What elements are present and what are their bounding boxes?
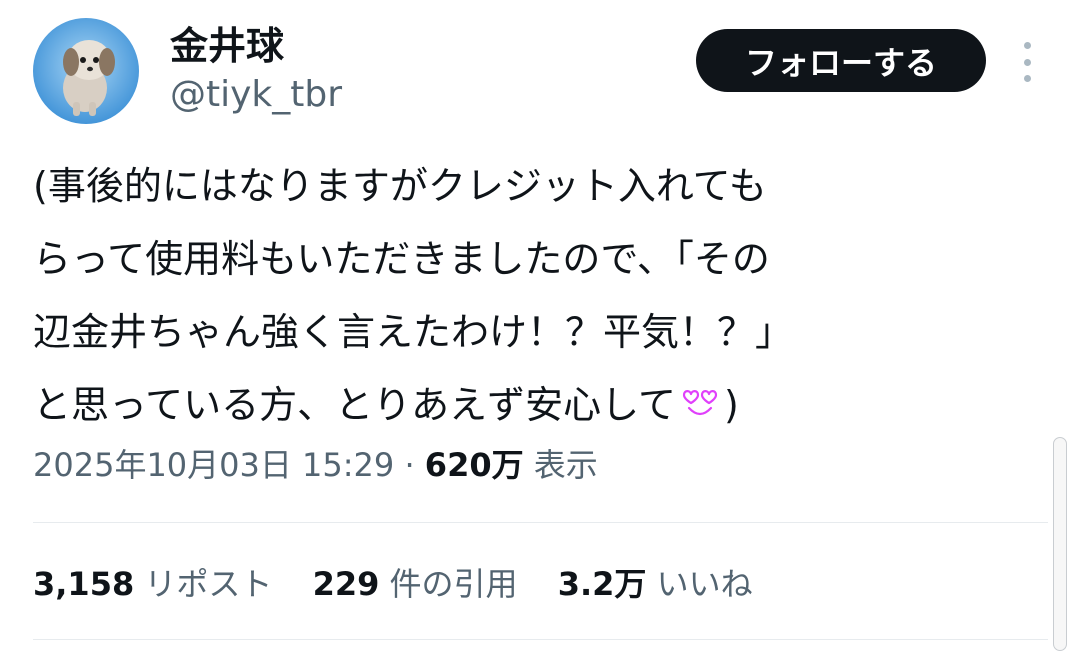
reposts-count: 3,158 [33, 565, 135, 603]
divider [33, 522, 1048, 523]
likes-label: いいね [656, 565, 753, 603]
follow-button[interactable]: フォローする [696, 29, 986, 92]
engagement-stats: 3,158 リポスト 229 件の引用 3.2万 いいね [33, 560, 783, 608]
display-name[interactable]: 金井球 [170, 22, 284, 70]
avatar[interactable] [33, 18, 139, 124]
likes-count: 3.2万 [557, 565, 647, 603]
meta-separator: · [404, 446, 415, 484]
scrollbar[interactable] [1053, 437, 1067, 651]
dog-photo-icon [33, 18, 139, 124]
timestamp[interactable]: 2025年10月03日 15:29 [33, 446, 394, 484]
tweet-line-text: と思っている方、とりあえず安心して [33, 383, 676, 427]
quotes-stat[interactable]: 229 件の引用 [313, 560, 518, 608]
divider [33, 639, 1048, 640]
smiling-face-with-heart-eyes-icon [680, 372, 720, 445]
more-options-icon[interactable] [1012, 42, 1042, 82]
tweet-text: (事後的にはなりますがクレジット入れても らって使用料もいただきましたので、「そ… [33, 150, 1033, 445]
tweet-line-closing: ) [723, 383, 739, 427]
views-label: 表示 [533, 446, 598, 484]
reposts-label: リポスト [144, 565, 273, 603]
tweet-line: (事後的にはなりますがクレジット入れても [33, 164, 767, 208]
tweet-line: らって使用料もいただきましたので、「その [33, 237, 770, 281]
tweet-line: 辺金井ちゃん強く言えたわけ！？平気！？」 [33, 310, 794, 354]
reposts-stat[interactable]: 3,158 リポスト [33, 560, 272, 608]
views-count: 620万 [424, 446, 524, 484]
likes-stat[interactable]: 3.2万 いいね [558, 560, 753, 608]
quotes-label: 件の引用 [389, 565, 518, 603]
quotes-count: 229 [312, 565, 380, 603]
user-handle[interactable]: @tiyk_tbr [170, 72, 342, 118]
tweet-line-last: と思っている方、とりあえず安心して ) [33, 369, 1033, 445]
tweet-metadata: 2025年10月03日 15:29 · 620万 表示 [33, 441, 598, 489]
